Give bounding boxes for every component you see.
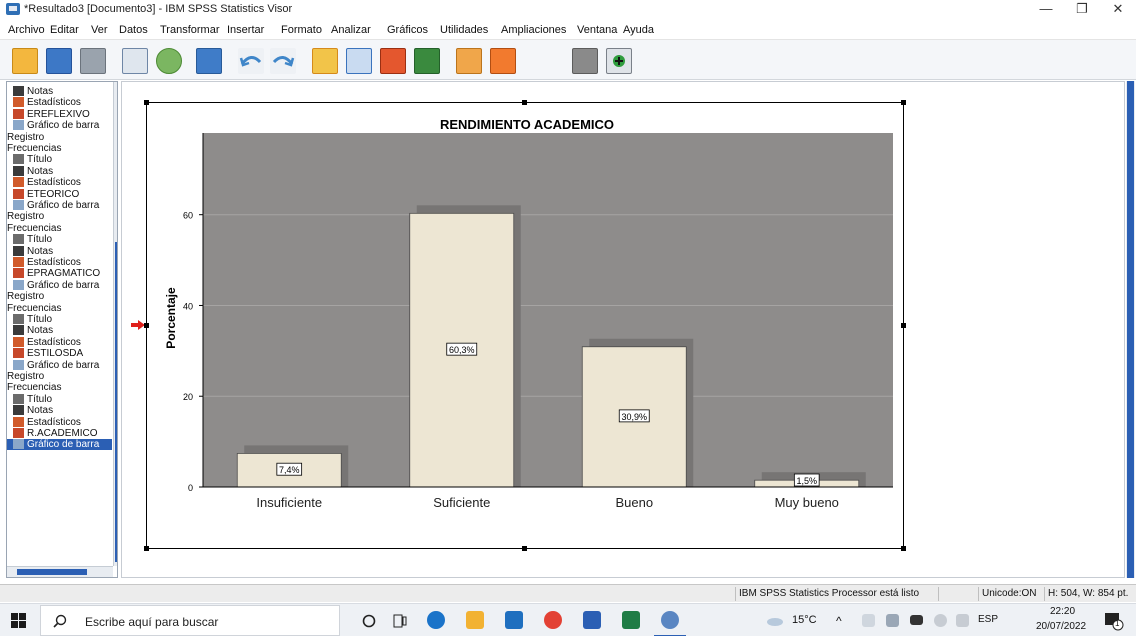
x-tick-label: Suficiente: [433, 495, 490, 510]
search-placeholder: Escribe aquí para buscar: [85, 615, 219, 629]
task-view-icon[interactable]: [392, 613, 408, 629]
y-tick-label: 40: [183, 301, 193, 311]
file-explorer-icon[interactable]: [466, 611, 484, 629]
word-icon[interactable]: [583, 611, 601, 629]
x-tick-label: Muy bueno: [775, 495, 839, 510]
language-indicator[interactable]: ESP: [978, 614, 998, 625]
status-bar: IBM SPSS Statistics Processor está listo…: [0, 584, 1136, 602]
data-label: 1,5%: [796, 476, 817, 486]
y-axis-label: Porcentaje: [164, 287, 178, 349]
data-label: 7,4%: [279, 465, 300, 475]
network-icon[interactable]: [934, 614, 947, 627]
temperature-text[interactable]: 15°C: [792, 614, 817, 626]
spss-taskbar-icon[interactable]: [661, 611, 679, 629]
bar-chart: 0 20 40 60 7,4% Insuficiente 60,3% Suficiente 30…: [164, 117, 893, 510]
chevron-up-icon[interactable]: ^: [836, 614, 842, 628]
y-tick-label: 60: [183, 211, 193, 221]
status-processor: IBM SPSS Statistics Processor está listo: [735, 587, 922, 601]
tray-app-icon-1[interactable]: [862, 614, 875, 627]
search-icon: [53, 614, 67, 628]
plot-background: [203, 133, 893, 487]
tray-app-icon-2[interactable]: [886, 614, 899, 627]
battery-icon[interactable]: [910, 615, 923, 625]
data-label: 30,9%: [621, 412, 647, 422]
notification-count: 1: [1115, 619, 1120, 628]
y-tick-label: 20: [183, 392, 193, 402]
clock-time[interactable]: 22:20: [1050, 606, 1075, 617]
taskbar-search-box[interactable]: Escribe aquí para buscar: [40, 605, 340, 636]
x-tick-label: Bueno: [615, 495, 653, 510]
mail-icon[interactable]: [505, 611, 523, 629]
weather-icon[interactable]: [766, 616, 784, 626]
x-tick-label: Insuficiente: [256, 495, 322, 510]
notification-icon[interactable]: [1104, 611, 1124, 631]
clock-date[interactable]: 20/07/2022: [1036, 621, 1086, 632]
volume-icon[interactable]: [956, 614, 969, 627]
edge-browser-icon[interactable]: [427, 611, 445, 629]
chart-title: RENDIMIENTO ACADEMICO: [440, 117, 614, 132]
status-size: H: 504, W: 854 pt.: [1044, 587, 1131, 601]
spss-viewer-window: *Resultado3 [Documento3] - IBM SPSS Stat…: [0, 0, 1136, 636]
excel-icon[interactable]: [622, 611, 640, 629]
status-empty-cell: [938, 587, 960, 601]
cortana-icon[interactable]: [362, 614, 376, 628]
status-unicode: Unicode:ON: [978, 587, 1039, 601]
windows-taskbar: Escribe aquí para buscar 15°C ^ ESP 22:2…: [0, 603, 1136, 636]
data-label: 60,3%: [449, 345, 475, 355]
chrome-icon[interactable]: [544, 611, 562, 629]
y-tick-label: 0: [188, 483, 193, 493]
windows-start-icon[interactable]: [11, 613, 26, 628]
